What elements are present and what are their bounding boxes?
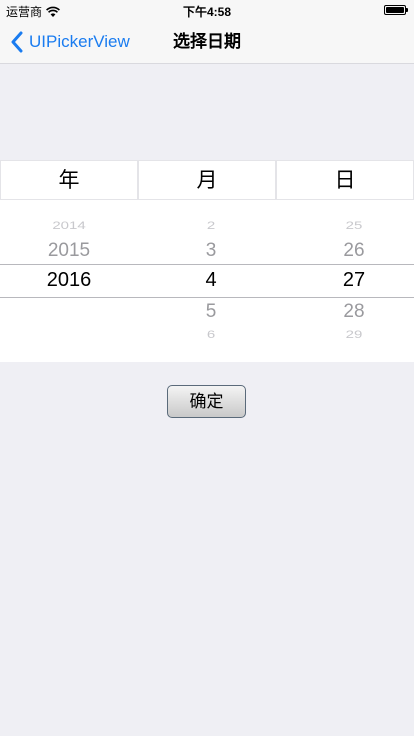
status-bar: 运营商 下午4:58 [0, 0, 414, 20]
year-header: 年 [0, 160, 138, 200]
battery-icon [384, 5, 408, 15]
month-header: 月 [138, 160, 276, 200]
day-column[interactable]: 25 26 27 28 29 [285, 200, 414, 362]
month-option[interactable]: 6 [142, 328, 280, 341]
day-option[interactable]: 26 [285, 240, 414, 262]
clock: 下午4:58 [182, 5, 232, 19]
month-option[interactable]: 3 [142, 240, 280, 262]
confirm-button[interactable]: 确定 [167, 385, 246, 418]
date-picker[interactable]: 2014 2015 2016 2 3 4 5 6 25 26 27 28 29 [0, 200, 414, 362]
day-option[interactable]: 28 [285, 301, 414, 323]
month-selected[interactable]: 4 [142, 269, 280, 292]
month-column[interactable]: 2 3 4 5 6 [142, 200, 280, 362]
back-button-label: UIPickerView [29, 32, 130, 51]
day-option[interactable]: 29 [285, 328, 414, 341]
month-option[interactable]: 2 [142, 219, 280, 232]
navigation-bar: UIPickerView 选择日期 [0, 20, 414, 64]
year-column[interactable]: 2014 2015 2016 [0, 200, 138, 362]
day-option[interactable]: 25 [285, 219, 414, 232]
year-selected[interactable]: 2016 [0, 269, 138, 292]
picker-header: 年 月 日 [0, 160, 414, 200]
chevron-left-icon [11, 31, 23, 53]
day-header: 日 [276, 160, 414, 200]
year-option[interactable]: 2014 [0, 219, 138, 232]
year-option[interactable]: 2015 [0, 240, 138, 262]
day-selected[interactable]: 27 [285, 269, 414, 292]
back-button[interactable]: UIPickerView [10, 20, 130, 64]
month-option[interactable]: 5 [142, 301, 280, 323]
